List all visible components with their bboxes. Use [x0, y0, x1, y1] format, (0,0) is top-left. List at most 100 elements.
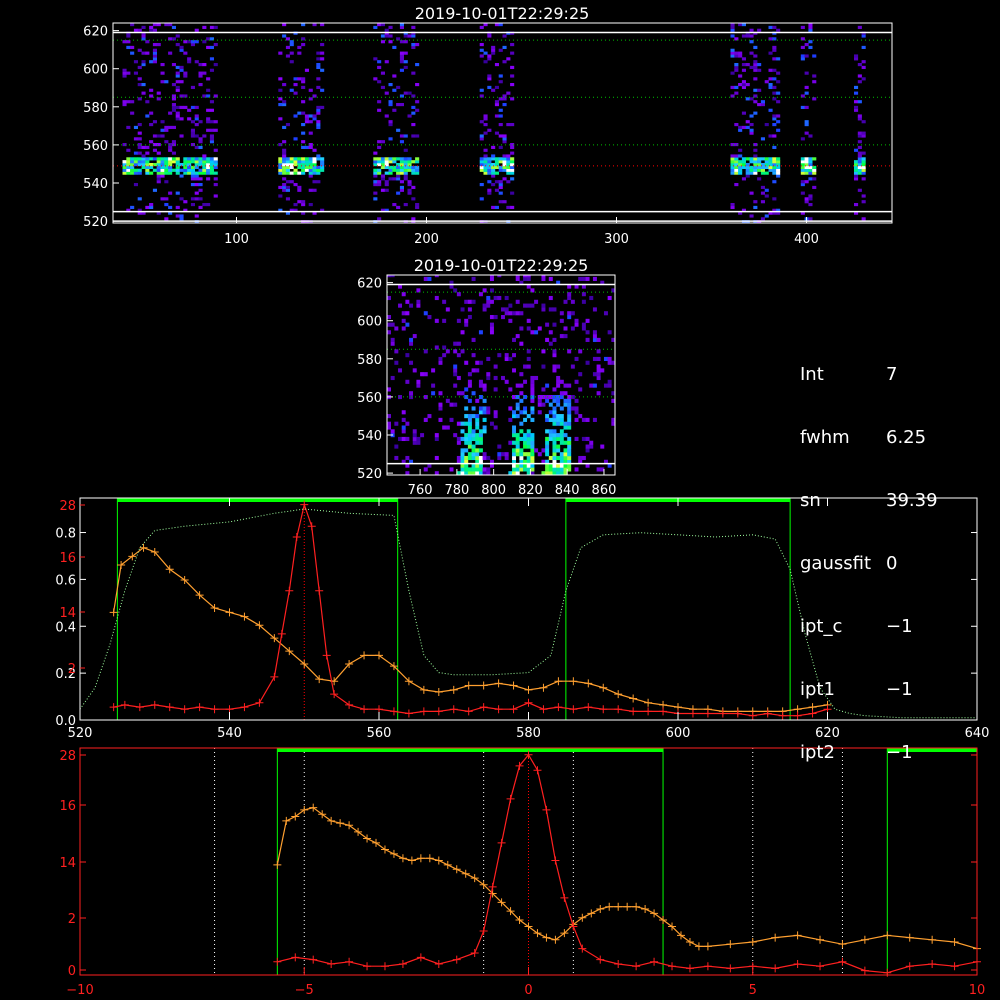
red-series-marker [596, 955, 605, 964]
heatmap-pixel [388, 100, 393, 104]
heatmap-pixel [145, 168, 150, 172]
heatmap-pixel [479, 25, 484, 30]
heatmap-pixel [209, 108, 214, 112]
heatmap-pixel [753, 88, 758, 92]
heatmap-pixel [857, 63, 862, 67]
heatmap-pixel [757, 103, 762, 107]
heatmap-pixel [804, 43, 809, 47]
heatmap-pixel [164, 217, 169, 221]
heatmap-pixel [316, 125, 321, 130]
heatmap-pixel [415, 108, 420, 112]
heatmap-pixel [179, 65, 184, 70]
heatmap-pixel [409, 360, 414, 365]
heatmap-pixel [122, 71, 127, 75]
heatmap-pixel [213, 43, 218, 47]
heatmap-pixel [559, 455, 564, 461]
heatmap-pixel [504, 379, 509, 384]
heatmap-pixel [415, 205, 420, 210]
heatmap-pixel [749, 65, 754, 70]
heatmap-pixel [137, 145, 142, 150]
heatmap-pixel [384, 157, 389, 161]
heatmap-pixel [804, 85, 809, 90]
heatmap-pixel [552, 417, 557, 422]
heatmap-pixel [857, 151, 862, 155]
heatmap-pixel [209, 57, 214, 61]
heatmap-pixel [487, 34, 492, 38]
heatmap-pixel [164, 128, 169, 132]
heatmap-pixel [456, 292, 461, 297]
heatmap-pixel [202, 71, 207, 75]
heatmap-pixel [730, 28, 735, 32]
heatmap-pixel [373, 168, 378, 172]
heatmap-pixel [434, 433, 439, 438]
heatmap-pixel [741, 85, 746, 90]
heatmap-pixel [812, 157, 817, 161]
heatmap-pixel [168, 171, 173, 175]
heatmap-pixel [206, 108, 211, 112]
heatmap-pixel [530, 444, 535, 449]
heatmap-pixel [857, 168, 862, 172]
heatmap-pixel [384, 60, 389, 64]
heatmap-pixel [768, 134, 773, 138]
heatmap-pixel [776, 71, 781, 75]
heatmap-pixel [482, 417, 487, 422]
heatmap-pixel [812, 165, 817, 170]
heatmap-pixel [467, 452, 472, 457]
heatmap-pixel [171, 103, 176, 107]
heatmap-pixel [498, 157, 503, 161]
middle-spectrogram [387, 275, 615, 475]
heatmap-pixel [730, 51, 735, 55]
heatmap-pixel [206, 45, 211, 50]
heatmap-pixel [411, 45, 416, 50]
heatmap-pixel [738, 148, 743, 152]
heatmap-pixel [137, 131, 142, 135]
heatmap-pixel [187, 117, 192, 121]
heatmap-pixel [738, 171, 743, 175]
heatmap-pixel [183, 200, 188, 204]
heatmap-pixel [567, 315, 572, 320]
orange-series-marker [542, 933, 551, 942]
heatmap-pixel [494, 114, 499, 118]
heatmap-pixel [757, 28, 762, 32]
heatmap-pixel [603, 356, 608, 362]
heatmap-pixel [498, 180, 503, 184]
heatmap-pixel [388, 160, 393, 164]
heatmap-pixel [278, 168, 283, 172]
heatmap-pixel [772, 160, 777, 164]
heatmap-pixel [861, 217, 866, 221]
heatmap-pixel [183, 74, 188, 78]
x-tick-label: −5 [295, 983, 314, 998]
heatmap-pixel [152, 157, 157, 161]
heatmap-pixel [559, 417, 564, 422]
heatmap-pixel [387, 295, 391, 301]
heatmap-pixel [749, 40, 754, 44]
heatmap-pixel [401, 436, 406, 442]
heatmap-pixel [489, 276, 494, 282]
heatmap-pixel [293, 171, 298, 175]
orange-series-marker [551, 935, 560, 944]
heatmap-pixel [512, 433, 517, 438]
red-series-marker [905, 962, 914, 971]
heatmap-pixel [141, 37, 146, 41]
orange-series-marker [641, 904, 650, 913]
heatmap-pixel [423, 276, 428, 282]
heatmap-pixel [396, 191, 401, 195]
heatmap-pixel [857, 134, 862, 138]
heatmap-pixel [130, 157, 135, 161]
heatmap-pixel [772, 171, 777, 175]
heatmap-pixel [122, 160, 127, 164]
heatmap-pixel [183, 168, 188, 172]
heatmap-pixel [581, 322, 586, 327]
heatmap-pixel [160, 171, 165, 175]
heatmap-pixel [407, 160, 412, 164]
heatmap-pixel [373, 183, 378, 187]
heatmap-pixel [607, 330, 612, 335]
heatmap-pixel [194, 60, 199, 64]
orange-series-marker [694, 942, 703, 951]
heatmap-pixel [475, 433, 480, 438]
heatmap-pixel [416, 299, 421, 304]
heatmap-pixel [213, 183, 218, 187]
red-series-marker [533, 766, 542, 775]
heatmap-pixel [396, 163, 401, 167]
heatmap-pixel [388, 168, 393, 172]
